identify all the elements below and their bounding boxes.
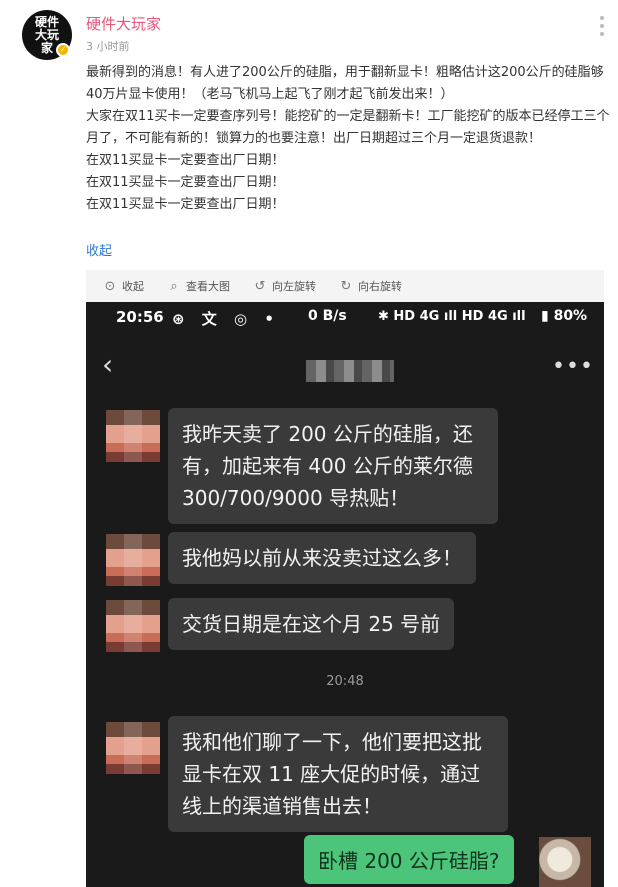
back-icon: ‹ bbox=[102, 348, 114, 381]
image-toolbar: ⊙ 收起 ⌕ 查看大图 ↺ 向左旋转 ↻ 向右旋转 bbox=[86, 270, 604, 302]
toolbar-label: 向右旋转 bbox=[358, 280, 402, 293]
peer-avatar-blurred bbox=[106, 410, 160, 462]
status-net-speed: 0 B/s bbox=[308, 308, 347, 324]
post-paragraph: 最新得到的消息！有人进了200公斤的硅脂，用于翻新显卡！粗略估计这200公斤的硅… bbox=[86, 65, 604, 102]
view-large-button[interactable]: ⌕ 查看大图 bbox=[166, 278, 230, 294]
rotate-right-icon: ↻ bbox=[340, 278, 352, 294]
post-paragraph: 在双11买显卡一定要查出厂日期！ bbox=[86, 197, 285, 212]
status-time: 20:56 bbox=[116, 308, 164, 326]
search-icon: ⌕ bbox=[170, 278, 178, 294]
post-paragraph: 在双11买显卡一定要查出厂日期！ bbox=[86, 153, 285, 168]
peer-avatar-blurred bbox=[106, 534, 160, 586]
toolbar-label: 收起 bbox=[122, 280, 144, 293]
chat-bubble-incoming: 交货日期是在这个月 25 号前 bbox=[168, 598, 455, 650]
chat-header: ‹ ••• bbox=[86, 340, 604, 392]
more-options-icon[interactable] bbox=[598, 16, 606, 36]
self-avatar bbox=[539, 837, 591, 887]
status-signal-icons: ✱ HD 4G ıll HD 4G ıll bbox=[378, 309, 526, 324]
chat-bubble-incoming: 我昨天卖了 200 公斤的硅脂，还有，加起来有 400 公斤的莱尔德 300/7… bbox=[168, 408, 498, 524]
post-paragraph: 在双11买显卡一定要查出厂日期！ bbox=[86, 175, 285, 190]
post-timestamp: 3 小时前 bbox=[86, 40, 130, 53]
toolbar-label: 查看大图 bbox=[186, 280, 230, 293]
chat-screenshot-image[interactable]: 20:56 ⊛ 文 ◎ • 0 B/s ✱ HD 4G ıll HD 4G ıl… bbox=[86, 302, 604, 887]
chat-timestamp: 20:48 bbox=[326, 674, 364, 689]
collapse-image-button[interactable]: ⊙ 收起 bbox=[102, 278, 144, 294]
blurred-contact-name bbox=[306, 360, 394, 382]
more-icon: ••• bbox=[552, 354, 594, 379]
collapse-icon: ⊙ bbox=[104, 278, 116, 294]
phone-status-bar: 20:56 ⊛ 文 ◎ • 0 B/s ✱ HD 4G ıll HD 4G ıl… bbox=[86, 302, 604, 334]
peer-avatar-blurred bbox=[106, 600, 160, 652]
chat-bubble-incoming: 我他妈以前从来没卖过这么多！ bbox=[168, 532, 476, 584]
chat-bubble-incoming: 我和他们聊了一下，他们要把这批显卡在双 11 座大促的时候，通过线上的渠道销售出… bbox=[168, 716, 508, 832]
post-paragraph: 大家在双11买卡一定要查序列号！能挖矿的一定是翻新卡！工厂能挖矿的版本已经停工三… bbox=[86, 109, 610, 146]
toolbar-label: 向左旋转 bbox=[272, 280, 316, 293]
verified-badge-icon: ✓ bbox=[56, 43, 70, 57]
peer-avatar-blurred bbox=[106, 722, 160, 774]
rotate-left-icon: ↺ bbox=[254, 278, 266, 294]
username-link[interactable]: 硬件大玩家 bbox=[86, 13, 161, 34]
rotate-left-button[interactable]: ↺ 向左旋转 bbox=[252, 278, 316, 294]
status-notification-icons: ⊛ 文 ◎ • bbox=[172, 310, 280, 328]
status-battery: ▮ 80% bbox=[541, 308, 588, 324]
chat-bubble-outgoing: 卧槽 200 公斤硅脂? bbox=[304, 835, 514, 884]
rotate-right-button[interactable]: ↻ 向右旋转 bbox=[338, 278, 402, 294]
post-body: 最新得到的消息！有人进了200公斤的硅脂，用于翻新显卡！粗略估计这200公斤的硅… bbox=[86, 62, 610, 216]
collapse-link[interactable]: 收起 bbox=[86, 240, 112, 259]
